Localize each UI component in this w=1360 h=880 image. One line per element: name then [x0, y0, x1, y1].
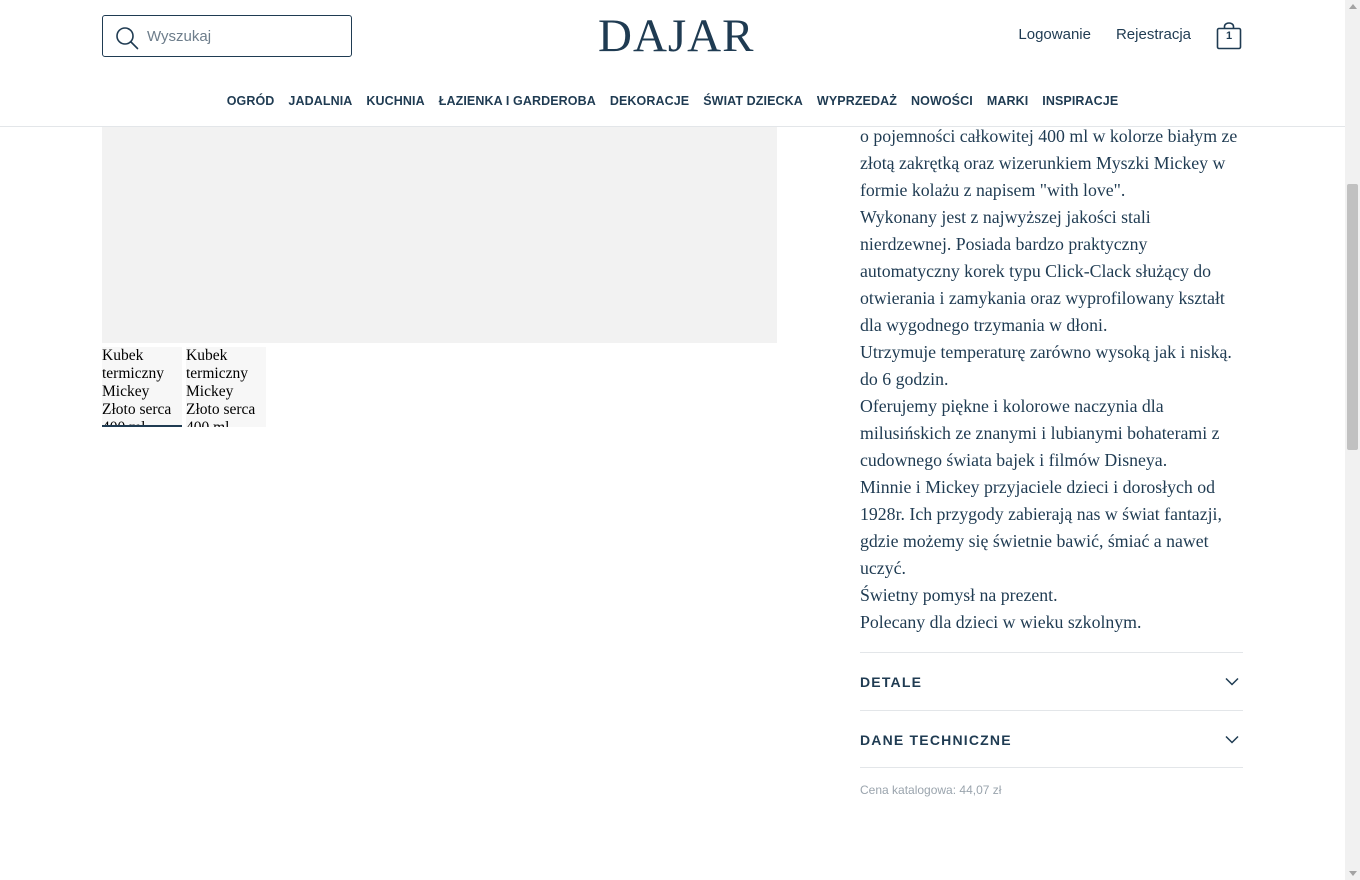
nav-item-nowosci[interactable]: NOWOŚCI	[911, 94, 973, 108]
search-box[interactable]	[102, 15, 352, 57]
catalog-price: Cena katalogowa: 44,07 zł	[860, 783, 1002, 797]
nav-item-jadalnia[interactable]: JADALNIA	[288, 94, 352, 108]
nav-item-ogrod[interactable]: OGRÓD	[227, 94, 275, 108]
accordion-details[interactable]: DETALE	[860, 652, 1243, 710]
page-scrollbar[interactable]	[1345, 0, 1360, 880]
account-links: Logowanie Rejestracja	[1018, 26, 1191, 43]
nav-item-inspiracje[interactable]: INSPIRACJE	[1042, 94, 1118, 108]
chevron-down-icon	[1225, 677, 1239, 686]
site-logo[interactable]: DAJAR	[598, 10, 754, 62]
description-paragraph: Świetny pomysł na prezent.	[860, 585, 1058, 605]
chevron-down-icon	[1225, 735, 1239, 744]
description-paragraph: Wykonany jest z najwyższej jakości stali…	[860, 207, 1225, 335]
nav-item-dekoracje[interactable]: DEKORACJE	[610, 94, 689, 108]
thumbnail-alt-text: Kubek termiczny Mickey Złoto serca 400 m…	[186, 347, 256, 427]
search-input[interactable]	[147, 17, 347, 55]
search-icon[interactable]	[115, 26, 139, 50]
product-thumbnail[interactable]: Kubek termiczny Mickey Złoto serca 400 m…	[186, 347, 266, 427]
description-paragraph: o pojemności całkowitej 400 ml w kolorze…	[860, 126, 1238, 200]
accordion-technical-data-label: DANE TECHNICZNE	[860, 732, 1012, 748]
description-paragraph: Oferujemy piękne i kolorowe naczynia dla…	[860, 396, 1220, 470]
product-thumbnail[interactable]: Kubek termiczny Mickey Złoto serca 400 m…	[102, 347, 182, 427]
main-navigation: OGRÓD JADALNIA KUCHNIA ŁAZIENKA I GARDER…	[0, 94, 1345, 108]
nav-item-wyprzedaz[interactable]: WYPRZEDAŻ	[817, 94, 897, 108]
scroll-down-arrow-icon[interactable]	[1349, 871, 1357, 876]
register-link[interactable]: Rejestracja	[1116, 26, 1191, 43]
accordion-technical-data[interactable]: DANE TECHNICZNE	[860, 710, 1243, 768]
nav-item-lazienka-i-garderoba[interactable]: ŁAZIENKA I GARDEROBA	[439, 94, 596, 108]
site-header: DAJAR Logowanie Rejestracja 1 OGRÓD JADA…	[0, 0, 1345, 127]
description-paragraph: Polecany dla dzieci w wieku szkolnym.	[860, 612, 1142, 632]
nav-item-kuchnia[interactable]: KUCHNIA	[366, 94, 424, 108]
scrollbar-thumb[interactable]	[1347, 184, 1358, 450]
product-thumbnails: Kubek termiczny Mickey Złoto serca 400 m…	[102, 347, 266, 427]
login-link[interactable]: Logowanie	[1018, 26, 1091, 43]
thumbnail-alt-text: Kubek termiczny Mickey Złoto serca 400 m…	[102, 347, 172, 425]
accordion-details-label: DETALE	[860, 674, 923, 690]
cart-count-badge: 1	[1225, 30, 1233, 42]
cart-button[interactable]: 1	[1216, 22, 1242, 50]
product-description: o pojemności całkowitej 400 ml w kolorze…	[860, 123, 1246, 636]
nav-item-swiat-dziecka[interactable]: ŚWIAT DZIECKA	[703, 94, 803, 108]
description-paragraph: Minnie i Mickey przyjaciele dzieci i dor…	[860, 477, 1222, 578]
description-paragraph: Utrzymuje temperaturę zarówno wysoką jak…	[860, 342, 1232, 389]
scroll-up-arrow-icon[interactable]	[1349, 4, 1357, 9]
nav-item-marki[interactable]: MARKI	[987, 94, 1028, 108]
